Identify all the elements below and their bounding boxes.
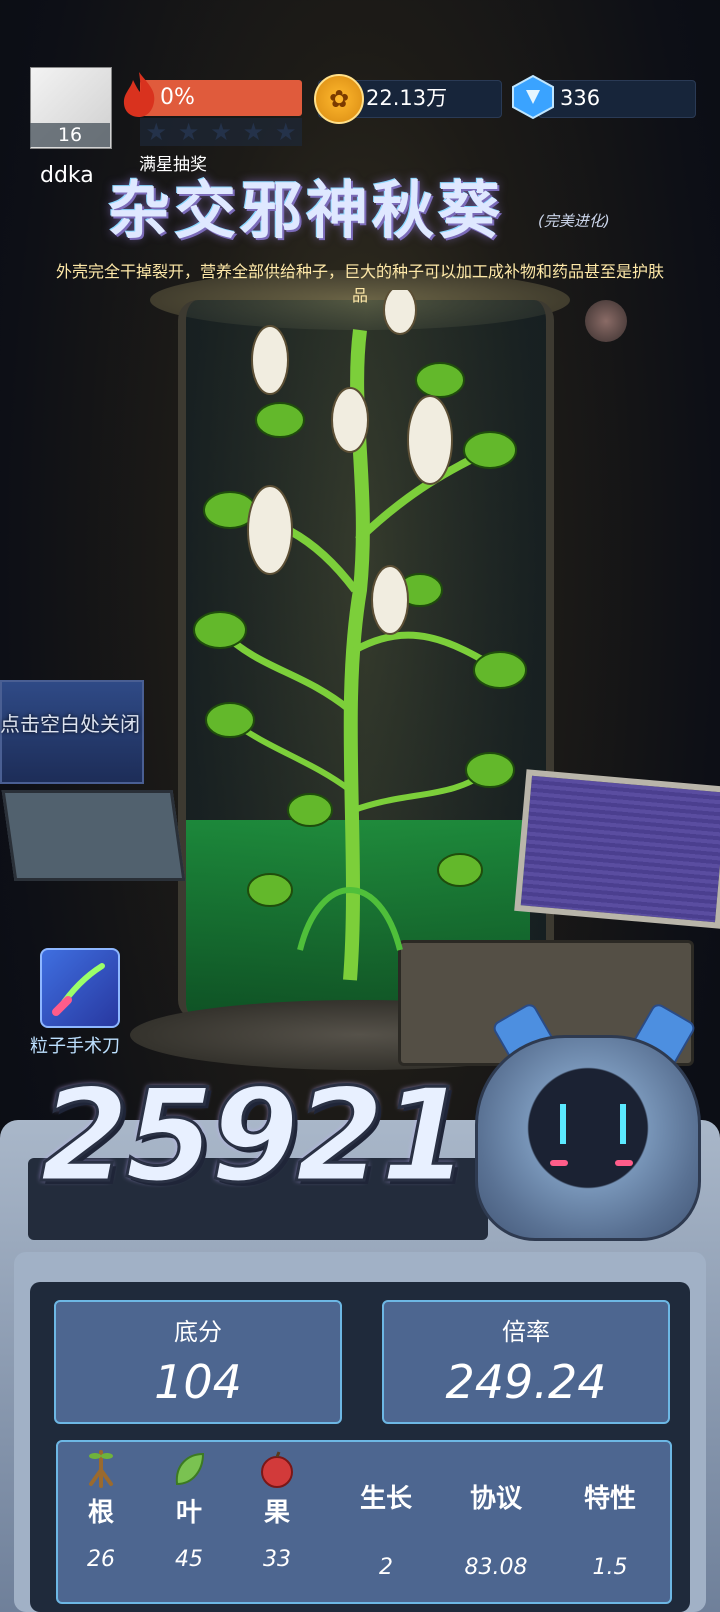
attr-label: 果 (263, 1498, 290, 1528)
root-icon (56, 1450, 146, 1490)
star-icon: ★ (145, 118, 167, 146)
gem-amount: 336 (560, 86, 601, 110)
star-rating: ★ ★ ★ ★ ★ (140, 118, 302, 146)
star-icon: ★ (210, 118, 232, 146)
plant-description: 外壳完全干掉裂开，营养全部供给种子，巨大的种子可以加工成补物和药品甚至是护肤品 (55, 262, 664, 305)
gem-icon (512, 74, 554, 120)
attr-label: 根 (87, 1498, 114, 1528)
attr-growth: 生长 2 (336, 1450, 436, 1580)
base-score-label: 底分 (174, 1318, 222, 1346)
attr-value: 33 (263, 1547, 291, 1572)
right-monitor (514, 769, 720, 929)
attr-value: 26 (87, 1547, 115, 1572)
base-score-value: 104 (154, 1355, 242, 1409)
robot-eye (560, 1104, 566, 1144)
attr-label: 叶 (175, 1498, 202, 1528)
star-icon: ★ (177, 118, 200, 146)
attr-trait: 特性 1.5 (560, 1450, 660, 1580)
plant-name-title: 杂交邪神秋葵 (108, 174, 505, 247)
leaf-icon (144, 1450, 234, 1490)
coin-amount: 22.13万 (366, 86, 448, 110)
multiplier-value: 249.24 (445, 1355, 607, 1409)
player-username: ddka (40, 163, 94, 188)
left-console (1, 790, 186, 881)
base-score-card: 底分 104 (54, 1300, 342, 1424)
tool-label: 粒子手术刀 (30, 1036, 120, 1057)
coin-icon: ✿ (314, 74, 364, 124)
robot-eye (620, 1104, 626, 1144)
robot-cheek (550, 1160, 568, 1166)
attr-label: 特性 (583, 1484, 636, 1514)
attr-value: 2 (379, 1555, 393, 1580)
robot-mascot (475, 1035, 701, 1241)
star-icon: ★ (275, 118, 297, 146)
attr-root: 根 26 (56, 1450, 146, 1572)
okra-plant-illustration (193, 290, 527, 981)
particle-scalpel-button[interactable] (40, 948, 120, 1028)
fire-percent: 0% (160, 85, 195, 110)
attr-label: 协议 (469, 1484, 522, 1514)
attr-leaf: 叶 45 (144, 1450, 234, 1572)
attr-value: 1.5 (592, 1555, 628, 1580)
robot-cheek (615, 1160, 633, 1166)
fruit-icon (232, 1450, 322, 1490)
attr-value: 83.08 (464, 1555, 528, 1580)
multiplier-card: 倍率 249.24 (382, 1300, 670, 1424)
total-score: 25921 (38, 1061, 470, 1213)
attr-protocol: 协议 83.08 (446, 1450, 546, 1580)
avatar-level-badge: 16 (30, 123, 110, 147)
scalpel-icon (52, 963, 105, 1016)
attr-label: 生长 (359, 1484, 412, 1514)
multiplier-label: 倍率 (502, 1318, 550, 1346)
evolution-tag: (完美进化) (538, 212, 610, 230)
attr-value: 45 (175, 1547, 203, 1572)
attr-fruit: 果 33 (232, 1450, 322, 1572)
fire-icon (123, 72, 155, 117)
star-icon: ★ (242, 118, 265, 146)
close-hint[interactable]: 点击空白处关闭 (0, 708, 140, 737)
